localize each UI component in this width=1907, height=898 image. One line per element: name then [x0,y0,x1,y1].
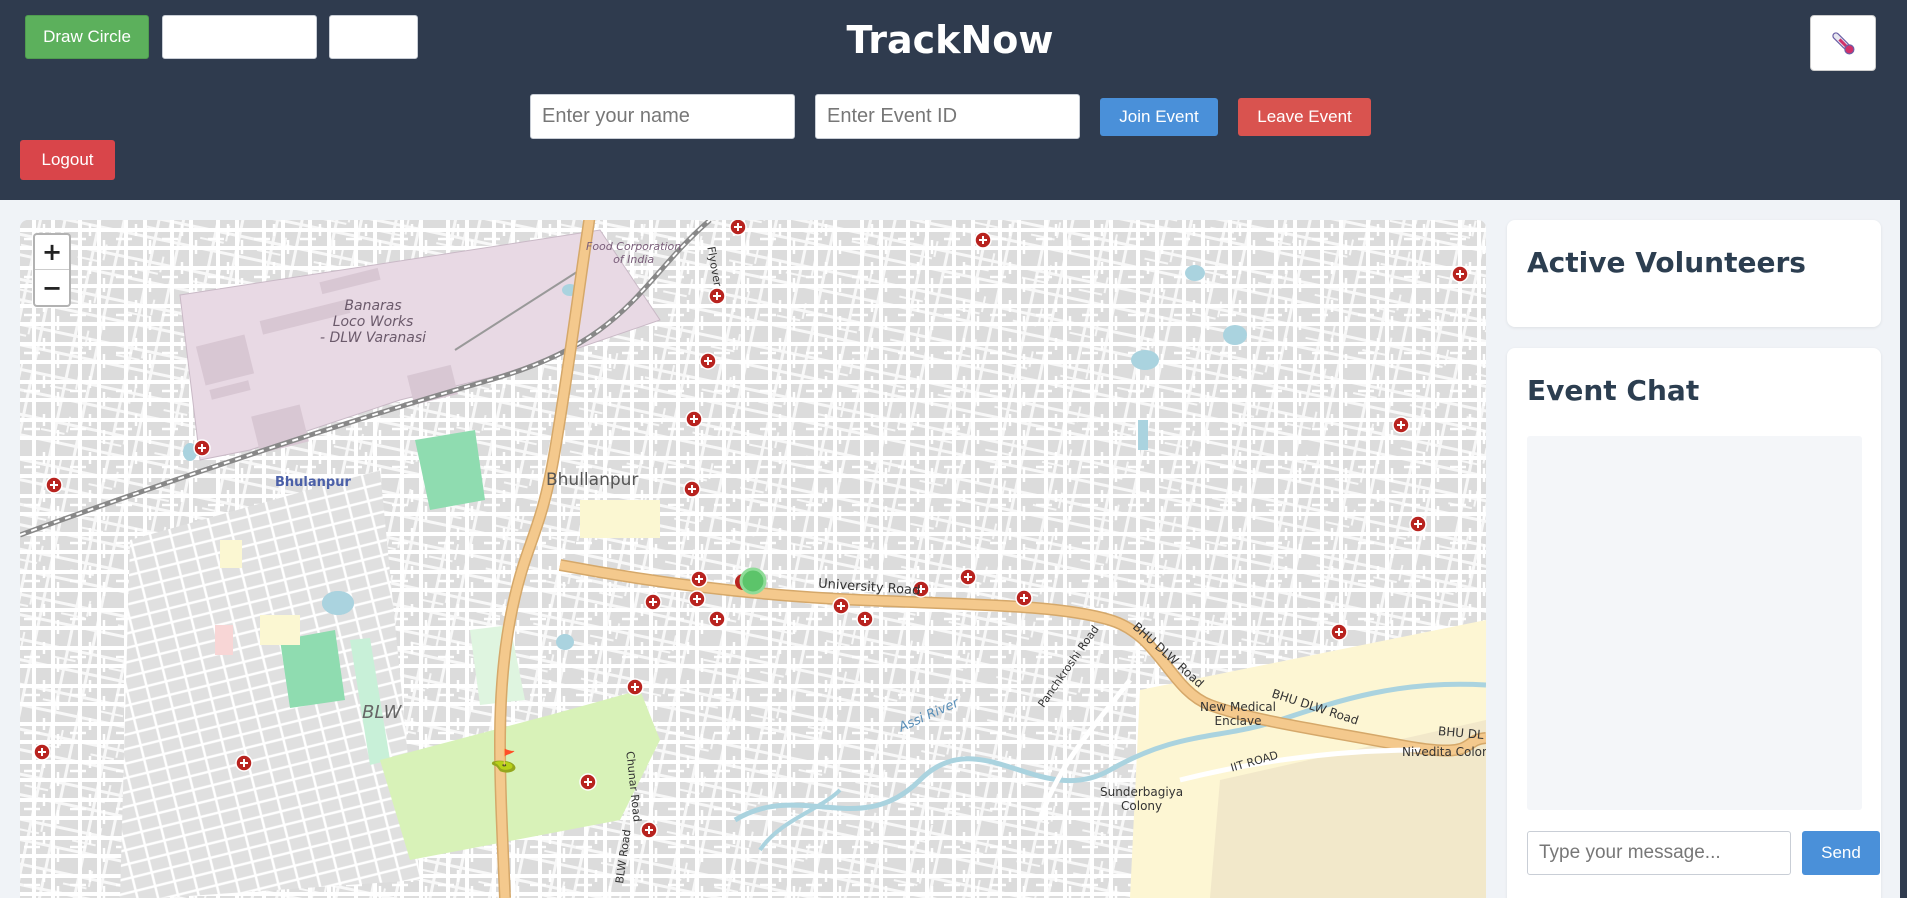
chat-messages-area[interactable] [1527,436,1862,810]
thermometer-icon [1832,32,1855,55]
zoom-in-button[interactable]: + [35,235,69,270]
svg-text:⛳: ⛳ [490,748,517,774]
label-bhullanpur: Bhullanpur [546,470,639,490]
label-fci: Food Corporation of India [586,240,682,266]
event-chat-panel: Event Chat Send [1507,348,1881,898]
app-title: TrackNow [846,18,1054,62]
zoom-control: + − [33,233,71,307]
send-button[interactable]: Send [1802,831,1880,875]
leave-event-button[interactable]: Leave Event [1238,98,1371,136]
theme-toggle-button[interactable] [1810,15,1876,71]
map-tiles: ⛳ [20,220,1486,898]
label-nivedita-colony: Nivedita Colony [1402,745,1486,759]
active-volunteers-panel: Active Volunteers [1507,220,1881,327]
chat-title: Event Chat [1527,374,1700,407]
user-location-marker [739,567,767,595]
label-bhulanpur-station: Bhulanpur [275,475,351,490]
label-loco-works: Banaras Loco Works - DLW Varanasi [320,298,427,346]
label-blw: BLW [362,702,402,723]
top-header: Draw Circle TrackNow Join Event Leave Ev… [0,0,1900,200]
join-event-button[interactable]: Join Event [1100,98,1218,136]
name-input[interactable] [530,94,795,139]
zoom-out-button[interactable]: − [35,270,69,305]
map-view[interactable]: ⛳ + − Food Corporation of India Banaras … [20,220,1486,898]
window-edge [1900,0,1907,898]
label-new-medical-enclave: New Medical Enclave [1200,700,1276,728]
logout-button[interactable]: Logout [20,140,115,180]
message-input[interactable] [1527,831,1791,875]
event-id-input[interactable] [815,94,1080,139]
volunteers-title: Active Volunteers [1527,246,1806,279]
label-sunderbagiya-colony: Sunderbagiya Colony [1100,785,1184,813]
